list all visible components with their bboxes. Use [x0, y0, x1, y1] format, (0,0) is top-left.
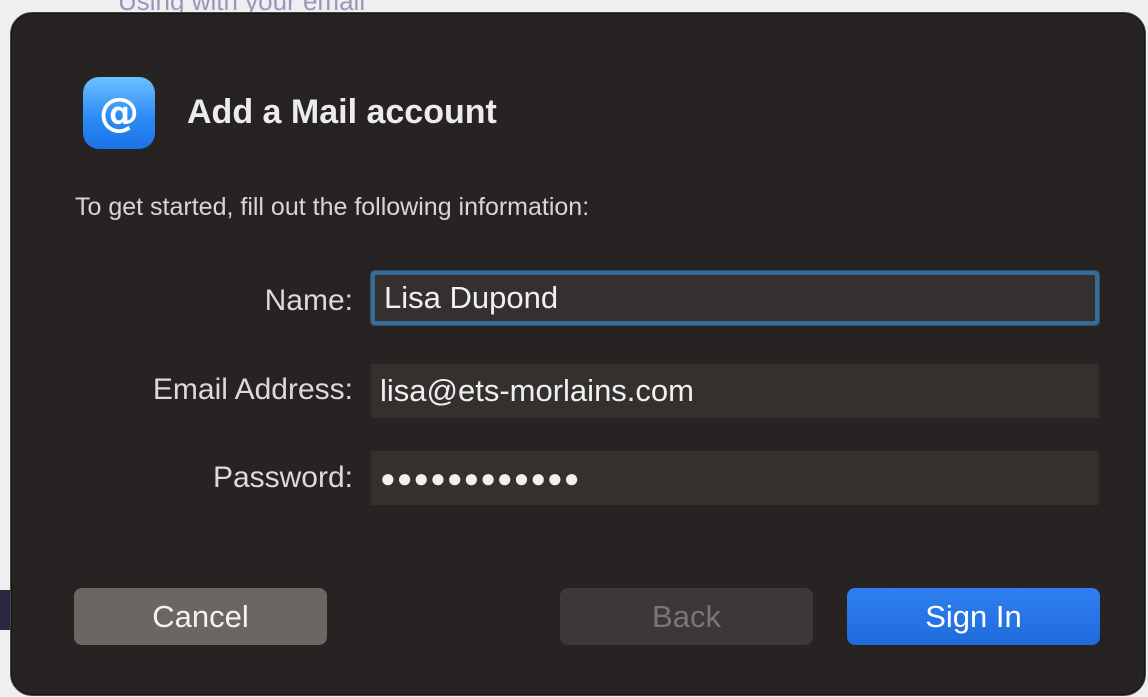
name-label: Name: [264, 284, 353, 317]
password-field[interactable]: ●●●●●●●●●●●● [371, 451, 1099, 505]
cancel-button[interactable]: Cancel [74, 588, 327, 645]
mail-app-icon: @ [83, 77, 155, 149]
sign-in-button[interactable]: Sign In [847, 588, 1100, 645]
at-sign-icon: @ [99, 90, 139, 136]
email-label: Email Address: [152, 373, 353, 406]
dialog-intro-text: To get started, fill out the following i… [75, 193, 590, 221]
svg-text:@: @ [99, 90, 139, 136]
back-button[interactable]: Back [560, 588, 813, 645]
email-field[interactable]: lisa@ets-morlains.com [371, 364, 1099, 418]
password-label: Password: [212, 461, 353, 494]
add-mail-account-dialog: @ Add a Mail account To get started, fil… [10, 12, 1146, 696]
dialog-title: Add a Mail account [187, 93, 497, 131]
name-field[interactable]: Lisa Dupond [371, 271, 1099, 325]
